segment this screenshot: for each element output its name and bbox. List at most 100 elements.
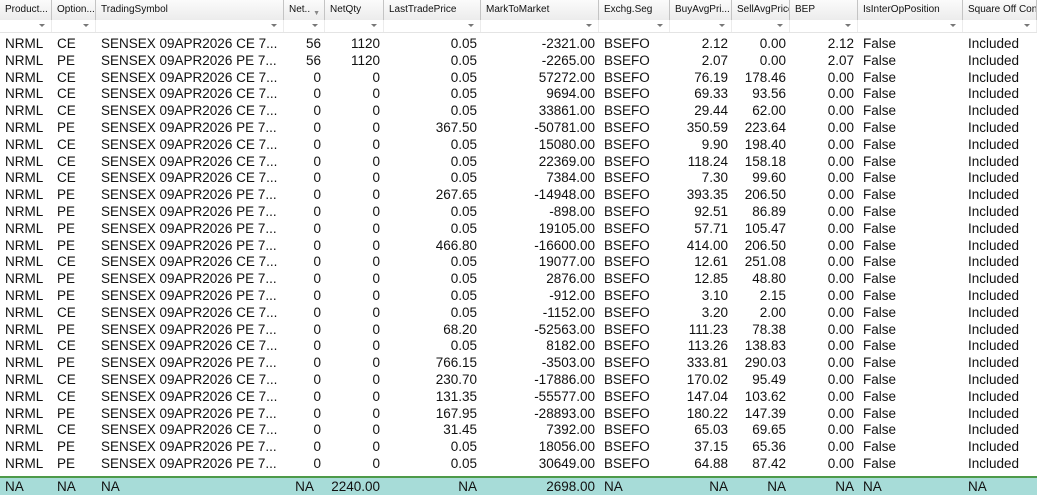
- table-row[interactable]: NRML PE SENSEX 09APR2026 PE 7... 0 0 0.05 3064…: [0, 455, 1037, 472]
- cell-square-off: Included: [968, 338, 1020, 354]
- cell-option-type: CE: [57, 422, 76, 438]
- column-header-square-off[interactable]: Square Off Con: [963, 0, 1037, 20]
- cell-buy-avg-price: 111.23: [688, 321, 728, 337]
- cell-net-qty: 0: [372, 153, 380, 169]
- cell-exchange-segment: BSEFO: [604, 170, 650, 186]
- cell-square-off: Included: [968, 439, 1020, 455]
- table-row[interactable]: NRML CE SENSEX 09APR2026 CE 7... 0 0 0.05 -115…: [0, 304, 1037, 321]
- cell-net-qty: 0: [372, 355, 380, 371]
- positions-grid[interactable]: Product... Option... TradingSymbol Net.. ▼ Ne…: [0, 0, 1037, 495]
- filter-dropdown-net-qty[interactable]: [325, 20, 384, 32]
- cell-sell-avg-price: 290.03: [744, 355, 786, 371]
- cell-net: 0: [313, 422, 321, 438]
- filter-dropdown-trading-symbol[interactable]: [96, 20, 284, 32]
- table-row[interactable]: NRML PE SENSEX 09APR2026 PE 7... 0 0 167.95 -2…: [0, 405, 1037, 422]
- filter-dropdown-sell-avg-price[interactable]: [732, 20, 790, 32]
- cell-net: 0: [313, 388, 321, 404]
- column-header-trading-symbol[interactable]: TradingSymbol: [96, 0, 284, 20]
- table-row[interactable]: NRML CE SENSEX 09APR2026 CE 7... 0 0 0.05 8182…: [0, 337, 1037, 354]
- cell-net-qty: 0: [372, 304, 380, 320]
- filter-dropdown-bep[interactable]: [790, 20, 858, 32]
- table-row[interactable]: NRML CE SENSEX 09APR2026 CE 7... 0 0 0.05 2236…: [0, 153, 1037, 170]
- filter-dropdown-square-off[interactable]: [963, 20, 1037, 32]
- table-row[interactable]: NRML CE SENSEX 09APR2026 CE 7... 0 0 230.70 -1…: [0, 371, 1037, 388]
- total-last-trade-price: NA: [458, 479, 477, 494]
- filter-dropdown-option-type[interactable]: [52, 20, 96, 32]
- cell-is-inter-op-position: False: [863, 338, 897, 354]
- table-row[interactable]: NRML CE SENSEX 09APR2026 CE 7... 0 0 0.05 7384…: [0, 169, 1037, 186]
- cell-trading-symbol: SENSEX 09APR2026 CE 7...: [101, 86, 278, 102]
- filter-dropdown-product[interactable]: [0, 20, 52, 32]
- cell-is-inter-op-position: False: [863, 187, 897, 203]
- cell-last-trade-price: 466.80: [435, 237, 477, 253]
- cell-net-qty: 0: [372, 271, 380, 287]
- table-row[interactable]: NRML CE SENSEX 09APR2026 CE 7... 0 0 131.35 -5…: [0, 388, 1037, 405]
- cell-mark-to-market: -17886.00: [534, 372, 595, 387]
- cell-option-type: PE: [57, 120, 76, 135]
- cell-option-type: CE: [57, 254, 76, 270]
- cell-bep: 0.00: [827, 422, 854, 438]
- cell-sell-avg-price: 103.62: [744, 388, 786, 404]
- table-row[interactable]: NRML CE SENSEX 09APR2026 CE 7... 0 0 0.05 5727…: [0, 69, 1037, 86]
- table-row[interactable]: NRML CE SENSEX 09APR2026 CE 7... 0 0 0.05 1907…: [0, 253, 1037, 270]
- table-row[interactable]: NRML PE SENSEX 09APR2026 PE 7... 0 0 367.50 -5…: [0, 119, 1037, 136]
- filter-dropdown-last-trade-price[interactable]: [384, 20, 481, 32]
- table-row[interactable]: NRML PE SENSEX 09APR2026 PE 7... 0 0 0.05 1910…: [0, 220, 1037, 237]
- cell-net-qty: 0: [372, 288, 380, 303]
- table-row[interactable]: NRML PE SENSEX 09APR2026 PE 7... 0 0 0.05 -912…: [0, 287, 1037, 304]
- table-row[interactable]: NRML PE SENSEX 09APR2026 PE 7... 56 1120 0.05…: [0, 52, 1037, 69]
- table-row[interactable]: NRML CE SENSEX 09APR2026 CE 7... 56 1120 0.05…: [0, 35, 1037, 52]
- cell-bep: 0.00: [827, 187, 854, 203]
- cell-square-off: Included: [968, 372, 1020, 387]
- cell-square-off: Included: [968, 36, 1020, 51]
- table-row[interactable]: NRML CE SENSEX 09APR2026 CE 7... 0 0 31.45 739…: [0, 421, 1037, 438]
- cell-is-inter-op-position: False: [863, 220, 897, 236]
- filter-dropdown-mark-to-market[interactable]: [481, 20, 599, 32]
- column-header-bep[interactable]: BEP: [790, 0, 858, 20]
- cell-net-qty: 1120: [350, 52, 380, 68]
- column-header-buy-avg-price[interactable]: BuyAvgPri...: [670, 0, 732, 20]
- cell-net-qty: 0: [372, 170, 380, 186]
- column-header-product[interactable]: Product...: [0, 0, 52, 20]
- table-row[interactable]: NRML PE SENSEX 09APR2026 PE 7... 0 0 766.15 -3…: [0, 354, 1037, 371]
- cell-option-type: PE: [57, 456, 76, 471]
- table-row[interactable]: NRML PE SENSEX 09APR2026 PE 7... 0 0 0.05 2876…: [0, 270, 1037, 287]
- cell-exchange-segment: BSEFO: [604, 153, 650, 169]
- table-row[interactable]: NRML CE SENSEX 09APR2026 CE 7... 0 0 0.05 3386…: [0, 102, 1037, 119]
- cell-net-qty: 0: [372, 136, 380, 152]
- cell-bep: 0.00: [827, 321, 854, 337]
- cell-trading-symbol: SENSEX 09APR2026 PE 7...: [101, 120, 277, 135]
- column-header-net-qty[interactable]: NetQty: [325, 0, 384, 20]
- cell-trading-symbol: SENSEX 09APR2026 CE 7...: [101, 422, 278, 438]
- cell-is-inter-op-position: False: [863, 103, 897, 119]
- column-header-mark-to-market[interactable]: MarkToMarket: [481, 0, 599, 20]
- filter-dropdown-is-inter-op-position[interactable]: [858, 20, 963, 32]
- cell-trading-symbol: SENSEX 09APR2026 PE 7...: [101, 220, 277, 236]
- table-row[interactable]: NRML PE SENSEX 09APR2026 PE 7... 0 0 466.80 -1…: [0, 237, 1037, 254]
- cell-trading-symbol: SENSEX 09APR2026 PE 7...: [101, 288, 277, 303]
- table-row[interactable]: NRML CE SENSEX 09APR2026 CE 7... 0 0 0.05 9694…: [0, 85, 1037, 102]
- table-row[interactable]: NRML CE SENSEX 09APR2026 CE 7... 0 0 0.05 1508…: [0, 136, 1037, 153]
- filter-dropdown-net[interactable]: [284, 20, 325, 32]
- table-row[interactable]: NRML PE SENSEX 09APR2026 PE 7... 0 0 0.05 1805…: [0, 438, 1037, 455]
- filter-dropdown-buy-avg-price[interactable]: [670, 20, 732, 32]
- cell-net: 0: [313, 204, 321, 219]
- cell-sell-avg-price: 78.38: [752, 321, 786, 337]
- table-row[interactable]: NRML PE SENSEX 09APR2026 PE 7... 0 0 0.05 -898…: [0, 203, 1037, 220]
- table-row[interactable]: NRML PE SENSEX 09APR2026 PE 7... 0 0 267.65 -1…: [0, 186, 1037, 203]
- cell-bep: 0.00: [827, 136, 854, 152]
- table-row[interactable]: NRML PE SENSEX 09APR2026 PE 7... 0 0 68.20 -52…: [0, 321, 1037, 338]
- column-header-sell-avg-price[interactable]: SellAvgPrice: [732, 0, 790, 20]
- column-header-option-type[interactable]: Option...: [52, 0, 96, 20]
- filter-dropdown-exchange-segment[interactable]: [599, 20, 670, 32]
- column-header-net[interactable]: Net.. ▼: [284, 0, 325, 20]
- column-header-is-inter-op-position[interactable]: IsInterOpPosition: [858, 0, 963, 20]
- cell-is-inter-op-position: False: [863, 405, 897, 421]
- cell-product: NRML: [5, 271, 44, 287]
- cell-is-inter-op-position: False: [863, 136, 897, 152]
- cell-mark-to-market: 33861.00: [538, 103, 595, 119]
- column-header-last-trade-price[interactable]: LastTradePrice: [384, 0, 481, 20]
- column-header-exchange-segment[interactable]: Exchg.Seg: [599, 0, 670, 20]
- cell-net: 0: [313, 136, 321, 152]
- cell-mark-to-market: 57272.00: [538, 69, 595, 85]
